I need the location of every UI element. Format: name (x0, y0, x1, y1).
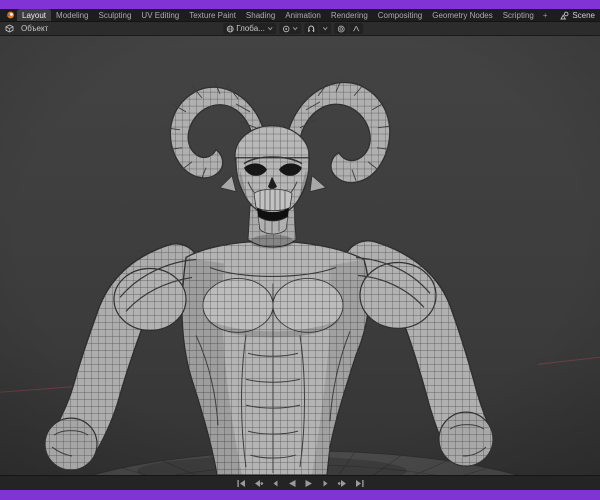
chevron-down-icon (267, 27, 273, 31)
snap-options-dropdown[interactable] (318, 23, 331, 34)
blender-logo-icon[interactable] (2, 9, 17, 21)
jump-to-end-button[interactable] (352, 477, 367, 489)
chevron-down-icon (322, 27, 328, 31)
tab-animation[interactable]: Animation (280, 9, 326, 21)
proportional-falloff-dropdown[interactable] (348, 23, 363, 34)
snap-magnet-icon (307, 24, 314, 32)
tab-scripting[interactable]: Scripting (498, 9, 539, 21)
tab-layout[interactable]: Layout (17, 9, 52, 21)
add-workspace-button[interactable]: + (539, 9, 552, 21)
bottom-accent-bar (0, 490, 600, 500)
next-keyframe-button[interactable] (335, 477, 350, 489)
pivot-point-dropdown[interactable] (278, 23, 301, 34)
previous-keyframe-button[interactable] (250, 477, 265, 489)
jump-to-start-button[interactable] (233, 477, 248, 489)
tab-texture-paint[interactable]: Texture Paint (184, 9, 241, 21)
proportional-editing-icon (337, 25, 345, 32)
scene-label: Scene (572, 10, 595, 20)
snap-toggle-button[interactable] (303, 23, 318, 34)
snap-group (303, 23, 331, 34)
pivot-point-icon (282, 25, 290, 32)
chevron-down-icon (292, 27, 298, 31)
3d-viewport[interactable] (0, 36, 600, 475)
orientation-label: Глоба... (236, 24, 265, 33)
transform-snap-tools: Глоба... (223, 23, 363, 34)
proportional-group (333, 23, 363, 34)
next-frame-button[interactable] (318, 477, 333, 489)
jump-to-start-icon (236, 479, 245, 487)
artstation-framed-screenshot: Layout Modeling Sculpting UV Editing Tex… (0, 0, 600, 500)
play-reverse-icon (288, 479, 295, 487)
editor-type-icon[interactable] (5, 24, 14, 33)
next-keyframe-icon (337, 479, 346, 487)
transform-orientation-dropdown[interactable]: Глоба... (223, 23, 276, 34)
tab-uv-editing[interactable]: UV Editing (136, 9, 184, 21)
viewport-scene (0, 36, 600, 475)
orientation-globe-icon (226, 25, 234, 32)
scene-selector[interactable]: Scene (555, 9, 600, 21)
top-accent-bar (0, 0, 600, 9)
tab-shading[interactable]: Shading (241, 9, 280, 21)
next-frame-icon (323, 480, 327, 486)
blender-topbar: Layout Modeling Sculpting UV Editing Tex… (0, 9, 600, 22)
proportional-falloff-icon (352, 26, 359, 32)
timeline-bar (0, 475, 600, 490)
blender-logo-glyph (5, 11, 14, 19)
tab-compositing[interactable]: Compositing (373, 9, 427, 21)
tab-geometry-nodes[interactable]: Geometry Nodes (427, 9, 497, 21)
viewport-header: Объект Глоба... (0, 22, 600, 36)
previous-frame-icon (273, 480, 277, 486)
tab-rendering[interactable]: Rendering (326, 9, 373, 21)
previous-frame-button[interactable] (267, 477, 282, 489)
play-icon (305, 479, 312, 487)
scene-icon (560, 11, 569, 19)
tab-sculpting[interactable]: Sculpting (94, 9, 137, 21)
play-reverse-button[interactable] (284, 477, 299, 489)
object-menu[interactable]: Объект (18, 24, 51, 33)
jump-to-end-icon (355, 479, 364, 487)
tab-modeling[interactable]: Modeling (51, 9, 93, 21)
previous-keyframe-icon (254, 479, 263, 487)
play-button[interactable] (301, 477, 316, 489)
proportional-editing-toggle[interactable] (333, 23, 348, 34)
workspace-tabs: Layout Modeling Sculpting UV Editing Tex… (17, 9, 552, 21)
